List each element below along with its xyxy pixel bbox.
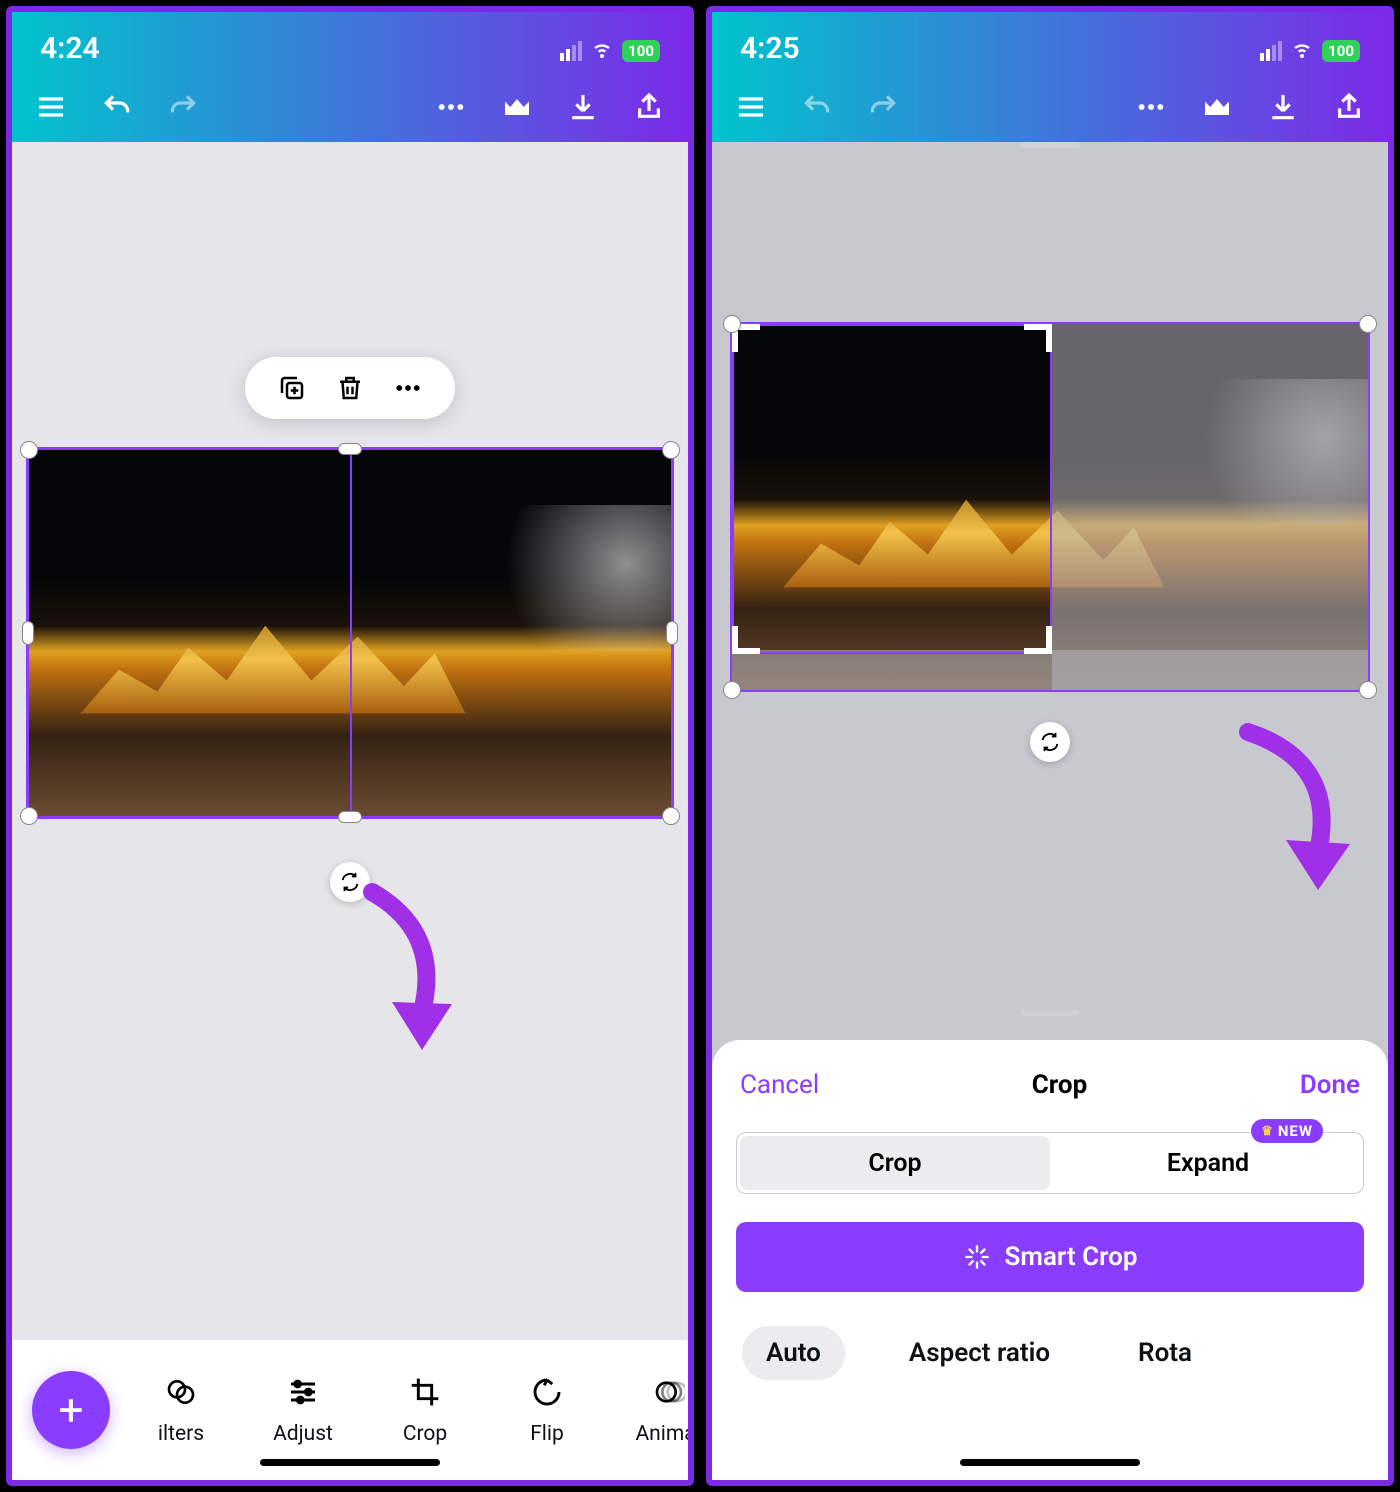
tool-animate[interactable]: Animat (608, 1374, 688, 1446)
app-toolbar (712, 72, 1388, 142)
battery-icon: 100 (622, 40, 660, 62)
crop-handle[interactable] (1024, 324, 1052, 352)
tutorial-arrow-icon (1218, 722, 1358, 902)
sheet-title: Crop (1032, 1070, 1087, 1100)
cancel-button[interactable]: Cancel (740, 1070, 819, 1100)
crown-icon[interactable] (498, 88, 536, 126)
crop-bottom-sheet: Cancel Crop Done Crop Expand ♛ NEW Smart… (712, 1040, 1388, 1480)
redo-icon[interactable] (164, 88, 202, 126)
share-icon[interactable] (630, 88, 668, 126)
resize-handle[interactable] (723, 681, 741, 699)
selection-toolbar (245, 357, 455, 419)
sheet-drag-handle[interactable] (1020, 142, 1080, 148)
done-button[interactable]: Done (1300, 1070, 1360, 1100)
chip-rotate[interactable]: Rota (1114, 1326, 1216, 1380)
signal-icon (560, 41, 582, 61)
wifi-icon (590, 36, 614, 66)
status-icons: 100 (560, 36, 660, 66)
resize-handle[interactable] (338, 443, 362, 455)
status-bar: 4:25 100 (712, 12, 1388, 72)
crop-icon (409, 1374, 441, 1410)
tool-crop[interactable]: Crop (364, 1374, 486, 1446)
crop-handle[interactable] (1024, 626, 1052, 654)
more-icon[interactable] (1132, 88, 1170, 126)
crop-outer-frame[interactable] (730, 322, 1370, 692)
smart-crop-label: Smart Crop (1005, 1242, 1138, 1272)
home-indicator (960, 1459, 1140, 1466)
resize-handle[interactable] (20, 441, 38, 459)
phone-right: 4:25 100 (706, 6, 1394, 1486)
duplicate-icon[interactable] (275, 371, 309, 405)
more-options-icon[interactable] (391, 371, 425, 405)
resize-handle[interactable] (20, 807, 38, 825)
menu-icon[interactable] (32, 88, 70, 126)
resize-handle[interactable] (662, 807, 680, 825)
home-indicator (260, 1459, 440, 1466)
crop-inner-frame[interactable] (732, 324, 1052, 654)
resize-handle[interactable] (662, 441, 680, 459)
tutorial-arrow-icon (352, 882, 472, 1062)
crop-expand-segment: Crop Expand ♛ NEW (736, 1132, 1364, 1194)
battery-icon: 100 (1322, 40, 1360, 62)
crown-mini-icon: ♛ (1261, 1124, 1274, 1139)
resize-handle[interactable] (1359, 681, 1377, 699)
editor-canvas[interactable]: + ilters Adjust (12, 142, 688, 1480)
phone-left: 4:24 100 (6, 6, 694, 1486)
tool-label: Crop (403, 1422, 447, 1446)
tool-label: Flip (530, 1422, 564, 1446)
chip-aspect-ratio[interactable]: Aspect ratio (885, 1326, 1074, 1380)
download-icon[interactable] (1264, 88, 1302, 126)
filters-icon (165, 1374, 197, 1410)
status-icons: 100 (1260, 36, 1360, 66)
app-toolbar (12, 72, 688, 142)
animate-icon (653, 1374, 685, 1410)
status-bar: 4:24 100 (12, 12, 688, 72)
resize-handle[interactable] (666, 621, 678, 645)
status-time: 4:24 (40, 31, 100, 66)
crop-handle[interactable] (732, 626, 760, 654)
tool-filters[interactable]: ilters (120, 1374, 242, 1446)
tool-label: Animat (635, 1422, 688, 1446)
resize-handle[interactable] (22, 621, 34, 645)
wifi-icon (1290, 36, 1314, 66)
segment-expand[interactable]: Expand (1053, 1133, 1363, 1193)
undo-icon[interactable] (98, 88, 136, 126)
adjust-icon (287, 1374, 319, 1410)
sparkle-icon (963, 1243, 991, 1271)
resize-handle[interactable] (1359, 315, 1377, 333)
more-icon[interactable] (432, 88, 470, 126)
redo-icon[interactable] (864, 88, 902, 126)
status-time: 4:25 (740, 31, 800, 66)
crown-icon[interactable] (1198, 88, 1236, 126)
new-badge: ♛ NEW (1251, 1119, 1323, 1143)
resize-handle[interactable] (723, 315, 741, 333)
tool-flip[interactable]: Flip (486, 1374, 608, 1446)
selected-image-frame[interactable] (26, 447, 674, 819)
delete-icon[interactable] (333, 371, 367, 405)
signal-icon (1260, 41, 1282, 61)
crop-dim-overlay (1052, 324, 1368, 690)
tool-adjust[interactable]: Adjust (242, 1374, 364, 1446)
chip-auto[interactable]: Auto (742, 1326, 845, 1380)
rotate-button[interactable] (1030, 722, 1070, 762)
center-guide (350, 450, 352, 816)
flip-icon (531, 1374, 563, 1410)
undo-icon[interactable] (798, 88, 836, 126)
editor-canvas[interactable]: Cancel Crop Done Crop Expand ♛ NEW Smart… (712, 142, 1388, 1480)
resize-handle[interactable] (338, 811, 362, 823)
tool-scroll[interactable]: ilters Adjust Crop (120, 1374, 688, 1446)
share-icon[interactable] (1330, 88, 1368, 126)
tool-label: Adjust (273, 1422, 333, 1446)
smart-crop-button[interactable]: Smart Crop (736, 1222, 1364, 1292)
tool-label: ilters (158, 1422, 204, 1446)
add-button[interactable]: + (32, 1371, 110, 1449)
crop-mode-chips[interactable]: Auto Aspect ratio Rota (712, 1292, 1388, 1380)
sheet-drag-handle[interactable] (1020, 1010, 1080, 1016)
crop-dim-overlay (732, 650, 1368, 690)
download-icon[interactable] (564, 88, 602, 126)
segment-crop[interactable]: Crop (740, 1136, 1050, 1190)
menu-icon[interactable] (732, 88, 770, 126)
